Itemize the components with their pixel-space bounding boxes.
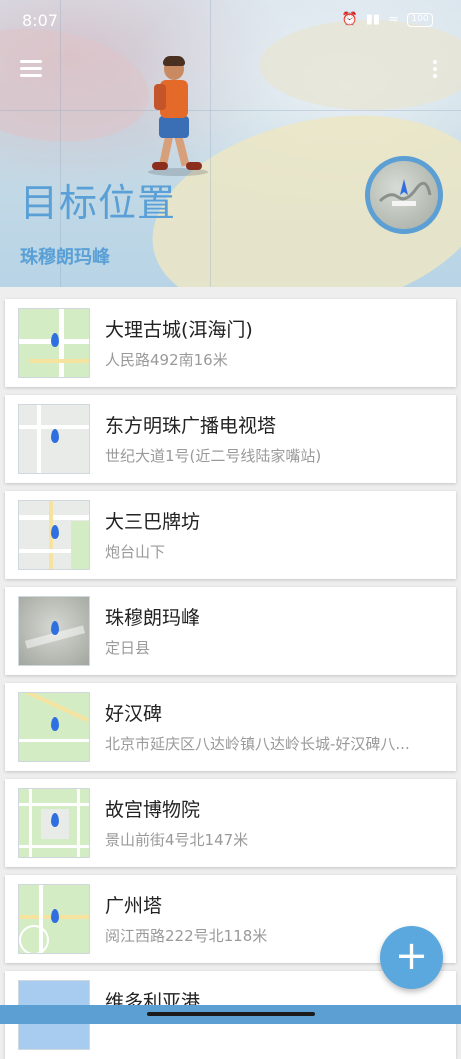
list-item[interactable]: 珠穆朗玛峰 定日县 [5, 587, 456, 675]
map-thumbnail [18, 788, 90, 858]
home-indicator[interactable] [147, 1012, 315, 1016]
location-pin-icon [51, 813, 59, 827]
map-thumbnail [18, 692, 90, 762]
list-item[interactable]: 故宫博物院 景山前街4号北147米 [5, 779, 456, 867]
list-item[interactable]: 大理古城(洱海门) 人民路492南16米 [5, 299, 456, 387]
location-address: 人民路492南16米 [105, 351, 228, 369]
wifi-icon: ≈ [388, 12, 399, 27]
current-target-name: 珠穆朗玛峰 [20, 247, 110, 268]
status-bar: 8:07 ⏰ ▮▮ ≈ 100 [0, 0, 461, 40]
location-name: 大三巴牌坊 [105, 511, 201, 533]
location-name: 好汉碑 [105, 703, 163, 725]
signal-icon: ▮▮ [365, 12, 381, 27]
list-item[interactable]: 大三巴牌坊 炮台山下 [5, 491, 456, 579]
map-gridline [210, 0, 211, 287]
map-thumbnail [18, 884, 90, 954]
header-banner: 8:07 ⏰ ▮▮ ≈ 100 目标位置 珠穆朗玛峰 [0, 0, 461, 287]
list-item[interactable]: 东方明珠广播电视塔 世纪大道1号(近二号线陆家嘴站) [5, 395, 456, 483]
map-thumbnail [18, 404, 90, 474]
location-address: 世纪大道1号(近二号线陆家嘴站) [105, 447, 322, 465]
location-pin-icon [51, 621, 59, 635]
location-address: 炮台山下 [105, 543, 166, 561]
more-vertical-icon[interactable] [428, 58, 442, 80]
page-title: 目标位置 [20, 181, 177, 225]
location-address: 北京市延庆区八达岭镇八达岭长城-好汉碑八... [105, 735, 410, 753]
location-name: 珠穆朗玛峰 [105, 607, 201, 629]
current-target-thumbnail[interactable] [365, 156, 443, 234]
location-pin-icon [51, 909, 59, 923]
map-thumbnail [18, 596, 90, 666]
location-name: 大理古城(洱海门) [105, 319, 253, 341]
location-address: 定日县 [105, 639, 151, 657]
location-address: 景山前街4号北147米 [105, 831, 249, 849]
map-gridline [0, 110, 461, 111]
status-time: 8:07 [22, 11, 58, 30]
map-thumbnail [18, 308, 90, 378]
map-thumbnail [18, 500, 90, 570]
location-pin-icon [51, 717, 59, 731]
traveler-figure-image [140, 56, 210, 183]
plus-icon: + [394, 933, 429, 979]
battery-icon: 100 [407, 12, 433, 27]
list-item[interactable]: 好汉碑 北京市延庆区八达岭镇八达岭长城-好汉碑八... [5, 683, 456, 771]
location-pin-icon [51, 525, 59, 539]
menu-icon[interactable] [20, 58, 44, 78]
location-name: 广州塔 [105, 895, 163, 917]
location-name: 故宫博物院 [105, 799, 201, 821]
location-pin-icon [51, 429, 59, 443]
location-pin-icon [51, 333, 59, 347]
add-location-button[interactable]: + [380, 926, 443, 989]
location-name: 东方明珠广播电视塔 [105, 415, 277, 437]
alarm-off-icon: ⏰ [341, 12, 358, 27]
